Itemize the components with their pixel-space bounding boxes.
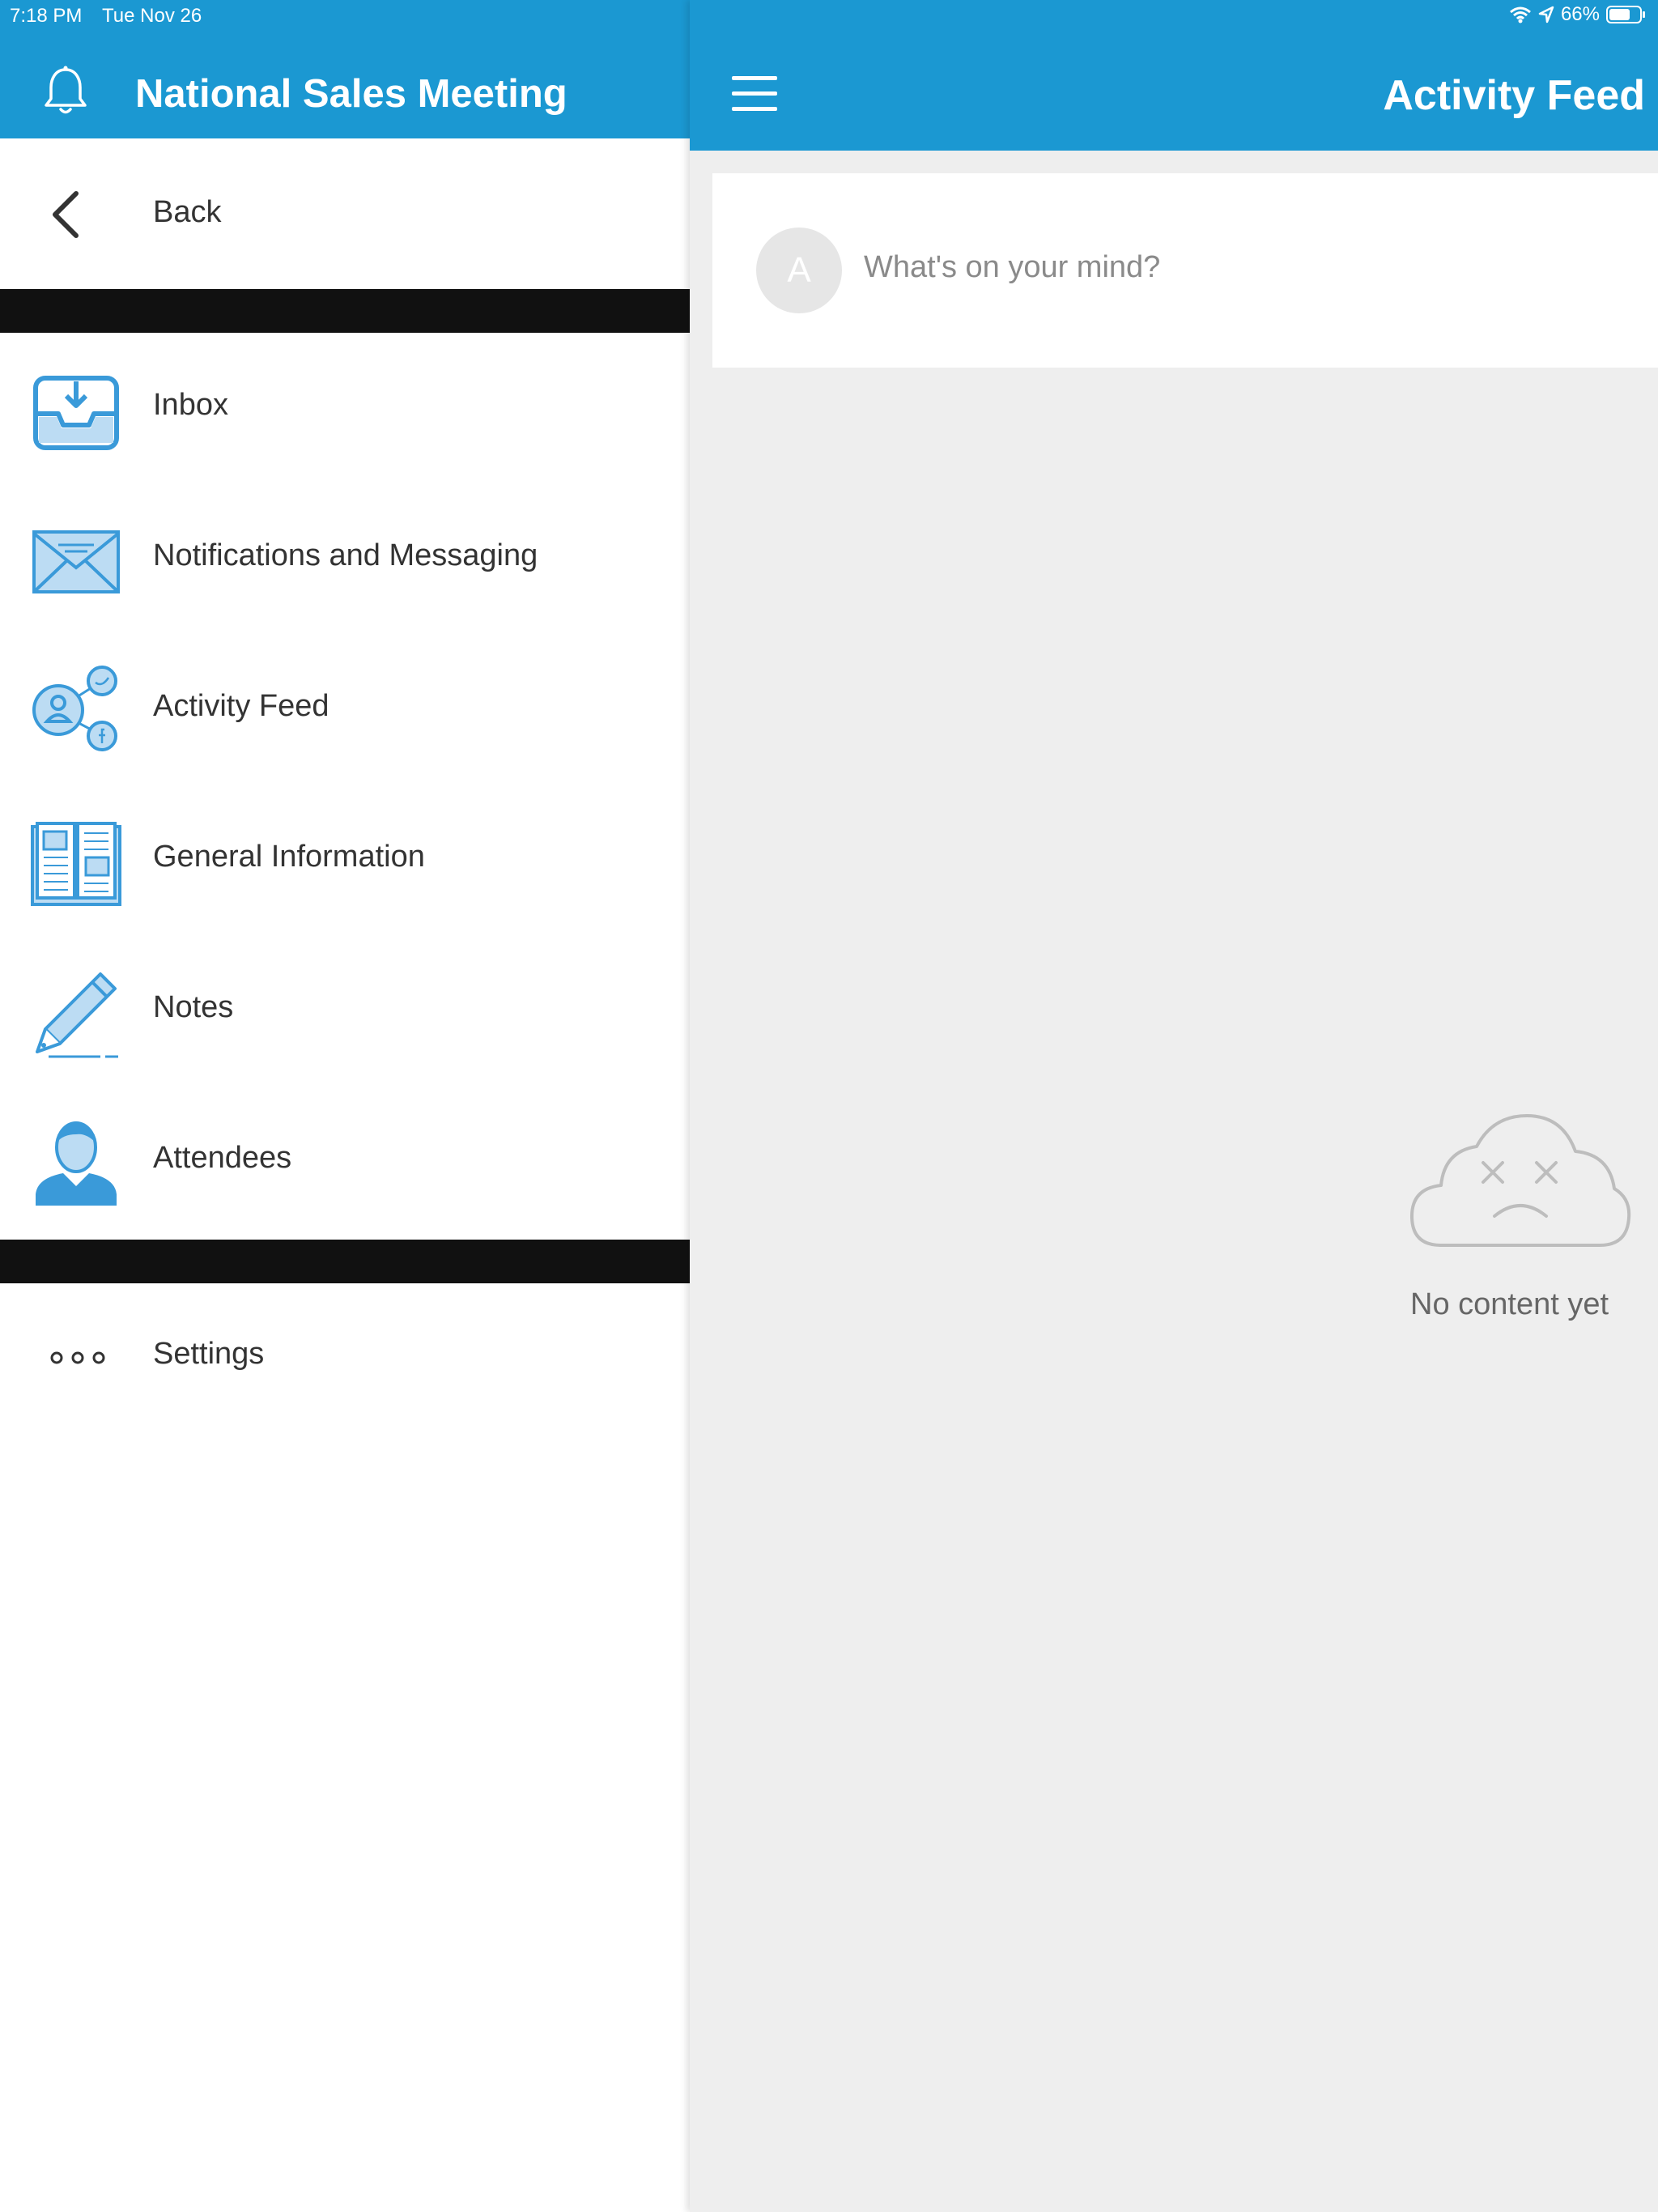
sidebar-item-general-information[interactable]: General Information bbox=[0, 785, 690, 935]
empty-state-text: No content yet bbox=[1410, 1287, 1609, 1321]
sidebar-item-label: Notifications and Messaging bbox=[153, 538, 538, 572]
more-dots-icon bbox=[50, 1351, 105, 1364]
section-divider bbox=[0, 289, 690, 333]
post-input-placeholder[interactable]: What's on your mind? bbox=[864, 250, 1160, 285]
status-date: Tue Nov 26 bbox=[102, 5, 202, 27]
app-root: 7:18 PM Tue Nov 26 66% National Sales Me… bbox=[0, 0, 1658, 2212]
post-composer[interactable]: A What's on your mind? bbox=[712, 173, 1658, 368]
sidebar-item-notifications[interactable]: Notifications and Messaging bbox=[0, 483, 690, 634]
sidebar-item-notes[interactable]: Notes bbox=[0, 935, 690, 1086]
bell-icon[interactable] bbox=[37, 63, 94, 120]
person-icon bbox=[36, 1121, 117, 1206]
envelope-icon bbox=[32, 530, 120, 593]
open-book-icon bbox=[31, 822, 121, 906]
status-right: 66% bbox=[1509, 3, 1647, 26]
sidebar-item-attendees[interactable]: Attendees bbox=[0, 1086, 690, 1236]
sidebar-title: National Sales Meeting bbox=[135, 72, 568, 116]
sidebar-item-label: Inbox bbox=[153, 388, 228, 422]
back-button[interactable]: Back bbox=[0, 138, 690, 289]
sidebar-item-activity-feed[interactable]: Activity Feed bbox=[0, 634, 690, 785]
social-share-icon bbox=[32, 666, 117, 751]
back-label: Back bbox=[153, 195, 222, 229]
hamburger-icon[interactable] bbox=[732, 76, 777, 112]
page-title: Activity Feed bbox=[1383, 72, 1645, 119]
section-divider bbox=[0, 1240, 690, 1283]
sidebar-item-label: General Information bbox=[153, 840, 425, 874]
sidebar: National Sales Meeting Back Inbox Notifi… bbox=[0, 0, 690, 2212]
status-time: 7:18 PM bbox=[10, 5, 83, 27]
location-icon bbox=[1538, 6, 1554, 23]
sidebar-item-settings[interactable]: Settings bbox=[0, 1283, 690, 1429]
pen-icon bbox=[36, 972, 118, 1058]
sidebar-item-label: Attendees bbox=[153, 1141, 292, 1175]
avatar: A bbox=[756, 228, 842, 313]
status-bar: 7:18 PM Tue Nov 26 66% bbox=[0, 0, 1658, 32]
sidebar-item-inbox[interactable]: Inbox bbox=[0, 333, 690, 483]
inbox-tray-icon bbox=[33, 376, 119, 450]
sidebar-item-label: Activity Feed bbox=[153, 689, 329, 723]
main-panel: Activity Feed A What's on your mind? No … bbox=[690, 0, 1658, 2212]
battery-icon bbox=[1606, 6, 1645, 23]
sad-cloud-icon bbox=[1410, 1114, 1631, 1247]
sidebar-item-label: Settings bbox=[153, 1337, 265, 1371]
chevron-left-icon bbox=[53, 191, 79, 238]
sidebar-item-label: Notes bbox=[153, 990, 234, 1024]
battery-percentage: 66% bbox=[1560, 3, 1600, 25]
wifi-icon bbox=[1509, 6, 1531, 23]
